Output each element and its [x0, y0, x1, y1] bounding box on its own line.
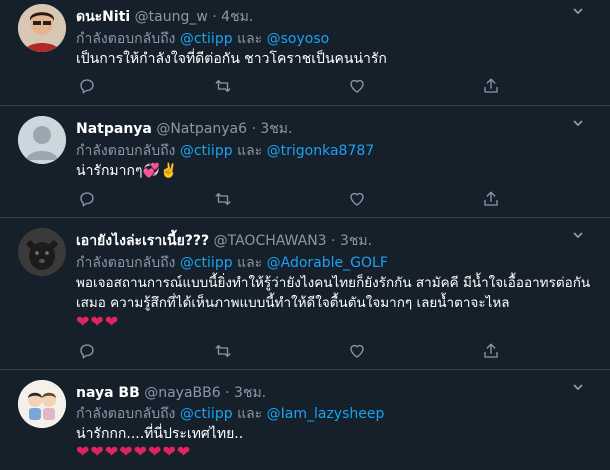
timestamp[interactable]: 3ชม. [260, 121, 292, 137]
mention-link[interactable]: @trigonka8787 [267, 143, 375, 159]
heart-emoji: ❤❤❤ [76, 312, 120, 331]
handle[interactable]: @taung_w [135, 9, 208, 25]
reply-context: กำลังตอบกลับถึง @ctiipp และ @Iam_lazyshe… [76, 403, 384, 425]
separator: · [225, 385, 230, 401]
reply-context: กำลังตอบกลับถึง @ctiipp และ @soyoso [76, 28, 329, 50]
mention-link[interactable]: @ctiipp [180, 143, 233, 159]
reply-and: และ [237, 255, 263, 271]
display-name[interactable]: เอายังไงล่ะเราเนี้ย??? [76, 233, 209, 249]
share-icon[interactable] [482, 77, 502, 97]
tweet-text: น่ารักกก....ที่นี่ประเทศไทย.. [76, 426, 244, 442]
separator: · [251, 121, 256, 137]
share-icon[interactable] [482, 342, 502, 362]
chevron-down-icon[interactable] [570, 228, 586, 246]
tweet-text: น่ารักมากๆ💞✌️ [76, 163, 178, 179]
reply-icon[interactable] [78, 342, 98, 362]
tweet-1[interactable]: ดนะNiti @taung_w · 4ชม. กำลังตอบกลับถึง … [0, 0, 610, 106]
tweet-3[interactable]: เอายังไงล่ะเราเนี้ย??? @TAOCHAWAN3 · 3ชม… [0, 218, 610, 370]
tweet-text: พอเจอสถานการณ์แบบนี้ยิ่งทำให้รู้ว่ายังไง… [76, 275, 591, 311]
retweet-icon[interactable] [214, 190, 234, 210]
tweet-header: เอายังไงล่ะเราเนี้ย??? @TAOCHAWAN3 · 3ชม… [76, 230, 372, 252]
separator: · [212, 9, 217, 25]
reply-prefix: กำลังตอบกลับถึง [76, 143, 176, 159]
reply-and: และ [237, 31, 263, 47]
avatar[interactable] [18, 380, 66, 428]
timestamp[interactable]: 3ชม. [234, 385, 266, 401]
retweet-icon[interactable] [214, 77, 234, 97]
heart-emoji: ❤❤❤❤❤❤❤❤ [76, 442, 192, 461]
share-icon[interactable] [482, 190, 502, 210]
tweet-header: ดนะNiti @taung_w · 4ชม. [76, 6, 253, 28]
reply-context: กำลังตอบกลับถึง @ctiipp และ @Adorable_GO… [76, 252, 388, 274]
mention-link[interactable]: @Adorable_GOLF [267, 255, 388, 271]
like-icon[interactable] [348, 77, 368, 97]
reply-prefix: กำลังตอบกลับถึง [76, 31, 176, 47]
tweet-actions [76, 77, 506, 97]
like-icon[interactable] [348, 342, 368, 362]
timestamp[interactable]: 3ชม. [340, 233, 372, 249]
mention-link[interactable]: @Iam_lazysheep [267, 406, 385, 422]
reply-and: และ [237, 143, 263, 159]
tweet-4[interactable]: naya BB @nayaBB6 · 3ชม. กำลังตอบกลับถึง … [0, 370, 610, 470]
separator: · [331, 233, 336, 249]
tweet-actions [76, 342, 506, 362]
tweet-header: Natpanya @Natpanya6 · 3ชม. [76, 118, 292, 140]
reply-icon[interactable] [78, 190, 98, 210]
reply-prefix: กำลังตอบกลับถึง [76, 255, 176, 271]
reply-prefix: กำลังตอบกลับถึง [76, 406, 176, 422]
reply-icon[interactable] [78, 77, 98, 97]
reply-and: และ [237, 406, 263, 422]
tweet-text: เป็นการให้กำลังใจที่ดีต่อกัน ชาวโคราชเป็… [76, 51, 387, 67]
tweet-2[interactable]: Natpanya @Natpanya6 · 3ชม. กำลังตอบกลับถ… [0, 106, 610, 218]
timestamp[interactable]: 4ชม. [221, 9, 253, 25]
mention-link[interactable]: @ctiipp [180, 31, 233, 47]
handle[interactable]: @TAOCHAWAN3 [214, 233, 327, 249]
tweet-actions [76, 190, 506, 210]
avatar[interactable] [18, 228, 66, 276]
display-name[interactable]: Natpanya [76, 121, 152, 137]
mention-link[interactable]: @ctiipp [180, 406, 233, 422]
avatar[interactable] [18, 4, 66, 52]
chevron-down-icon[interactable] [570, 380, 586, 398]
avatar[interactable] [18, 116, 66, 164]
mention-link[interactable]: @ctiipp [180, 255, 233, 271]
display-name[interactable]: naya BB [76, 385, 140, 401]
retweet-icon[interactable] [214, 342, 234, 362]
reply-context: กำลังตอบกลับถึง @ctiipp และ @trigonka878… [76, 140, 374, 162]
mention-link[interactable]: @soyoso [267, 31, 330, 47]
tweet-header: naya BB @nayaBB6 · 3ชม. [76, 382, 266, 404]
like-icon[interactable] [348, 190, 368, 210]
chevron-down-icon[interactable] [570, 116, 586, 134]
chevron-down-icon[interactable] [570, 4, 586, 22]
handle[interactable]: @nayaBB6 [144, 385, 220, 401]
handle[interactable]: @Natpanya6 [156, 121, 247, 137]
display-name[interactable]: ดนะNiti [76, 9, 130, 25]
